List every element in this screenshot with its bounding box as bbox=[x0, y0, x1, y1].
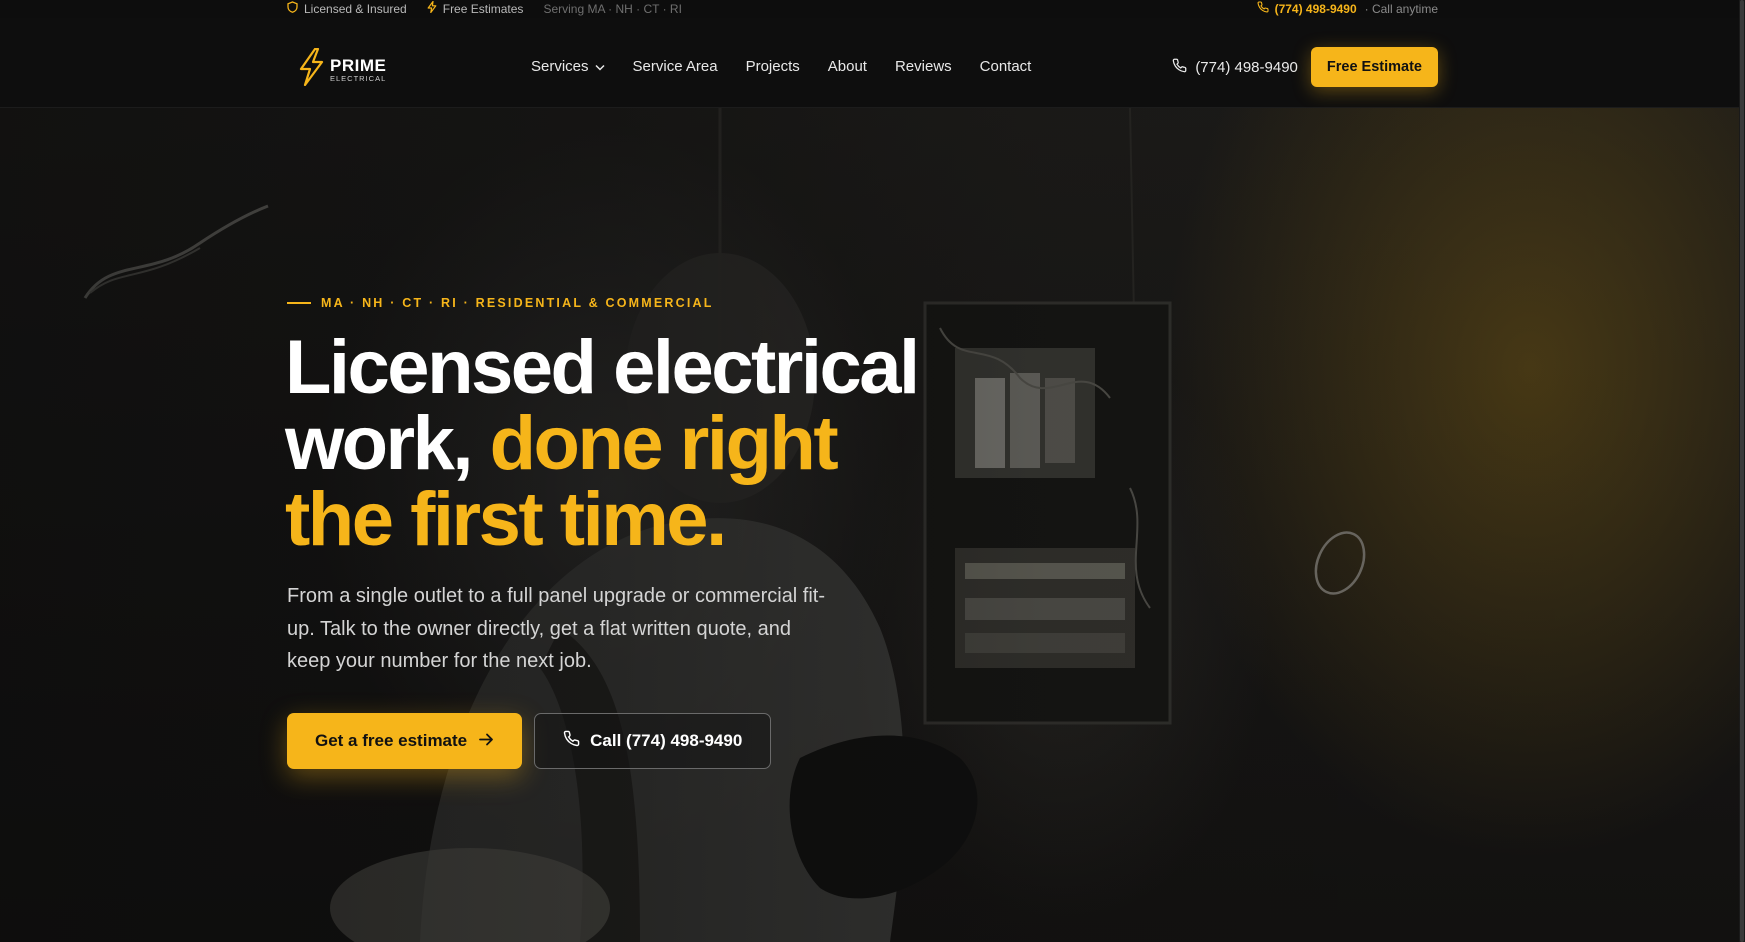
nav-item-services[interactable]: Services bbox=[531, 58, 605, 75]
top-info-bar: Licensed & Insured Free Estimates Servin… bbox=[0, 0, 1739, 18]
nav-actions: (774) 498-9490 Free Estimate bbox=[1172, 47, 1438, 87]
main-navigation: PRIME ELECTRICAL Services Service Area P… bbox=[0, 18, 1739, 108]
eyebrow-dash bbox=[287, 302, 311, 304]
nav-phone-link[interactable]: (774) 498-9490 bbox=[1172, 58, 1298, 77]
chevron-down-icon bbox=[595, 58, 605, 75]
get-free-estimate-label: Get a free estimate bbox=[315, 731, 468, 750]
headline-line-2-accent: done right bbox=[489, 401, 839, 486]
site-logo[interactable]: PRIME ELECTRICAL bbox=[296, 47, 386, 91]
nav-menu: Services Service Area Projects About Rev… bbox=[531, 58, 1031, 75]
top-phone-text: (774) 498-9490 bbox=[1274, 1, 1357, 16]
top-info-left: Licensed & Insured Free Estimates Servin… bbox=[287, 0, 682, 16]
hero-eyebrow: MA · NH · CT · RI · RESIDENTIAL & COMMER… bbox=[287, 296, 714, 310]
hero-subtext: From a single outlet to a full panel upg… bbox=[287, 585, 826, 672]
call-anytime-text: · Call anytime bbox=[1364, 1, 1438, 16]
free-estimates-text: Free Estimates bbox=[442, 1, 524, 16]
lightning-icon bbox=[427, 0, 437, 16]
call-phone-label: Call (774) 498-9490 bbox=[590, 731, 743, 750]
headline-line-2-white: work, bbox=[285, 401, 490, 486]
nav-item-reviews[interactable]: Reviews bbox=[895, 58, 952, 75]
hero-section: MA · NH · CT · RI · RESIDENTIAL & COMMER… bbox=[0, 108, 1739, 942]
call-phone-button[interactable]: Call (774) 498-9490 bbox=[534, 713, 772, 769]
nav-item-service-area[interactable]: Service Area bbox=[633, 58, 718, 75]
browser-viewport: Licensed & Insured Free Estimates Servin… bbox=[0, 0, 1739, 942]
get-free-estimate-button[interactable]: Get a free estimate bbox=[287, 713, 523, 769]
licensed-badge: Licensed & Insured bbox=[287, 1, 407, 16]
hero-cta-group: Get a free estimate Call (774) 498-9490 bbox=[287, 713, 772, 769]
phone-icon bbox=[1172, 58, 1187, 77]
logo-sub: ELECTRICAL bbox=[330, 73, 387, 83]
shield-icon bbox=[287, 1, 298, 16]
hero-headline: Licensed electrical work, done right the… bbox=[285, 330, 920, 558]
headline-line-1: Licensed electrical bbox=[285, 325, 920, 410]
vertical-scrollbar[interactable] bbox=[1739, 0, 1745, 942]
phone-icon bbox=[563, 730, 580, 752]
scrollbar-thumb[interactable] bbox=[1740, 0, 1744, 942]
licensed-text: Licensed & Insured bbox=[304, 1, 407, 16]
free-estimate-button[interactable]: Free Estimate bbox=[1310, 47, 1438, 87]
top-phone-link[interactable]: (774) 498-9490 bbox=[1257, 1, 1357, 16]
top-info-right: (774) 498-9490 · Call anytime bbox=[1257, 1, 1438, 16]
nav-phone-text: (774) 498-9490 bbox=[1195, 58, 1298, 76]
serving-area-text: Serving MA · NH · CT · RI bbox=[543, 2, 681, 16]
serving-text: Serving MA · NH · CT · RI bbox=[543, 1, 682, 16]
eyebrow-text: MA · NH · CT · RI · RESIDENTIAL & COMMER… bbox=[321, 296, 714, 310]
phone-icon bbox=[1257, 1, 1269, 16]
nav-item-projects[interactable]: Projects bbox=[746, 58, 800, 75]
nav-item-contact[interactable]: Contact bbox=[980, 58, 1032, 75]
logo-word: PRIME bbox=[330, 55, 387, 75]
logo-wordmark: PRIME ELECTRICAL bbox=[330, 57, 386, 83]
nav-item-services-label: Services bbox=[531, 58, 589, 75]
arrow-right-icon bbox=[479, 731, 494, 751]
lightning-bolt-logo-icon bbox=[296, 47, 326, 91]
nav-item-about[interactable]: About bbox=[828, 58, 867, 75]
free-estimates-badge: Free Estimates bbox=[427, 0, 524, 16]
headline-line-3-accent: the first time. bbox=[285, 477, 727, 562]
